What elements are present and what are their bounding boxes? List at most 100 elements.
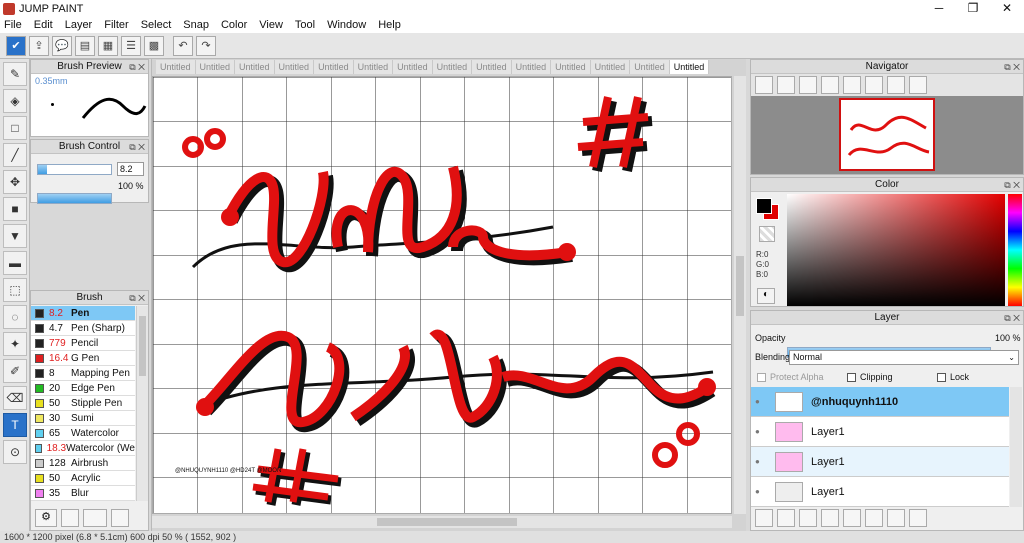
brush-item[interactable]: 30 Sumi bbox=[31, 411, 135, 426]
brush-item[interactable]: 20 Edge Pen bbox=[31, 381, 135, 396]
text-tool-icon[interactable]: T bbox=[3, 413, 27, 437]
panel-float-close-icon[interactable]: ⧉ ✕ bbox=[129, 140, 145, 154]
transparent-swatch[interactable] bbox=[759, 226, 775, 242]
document-tab[interactable]: Untitled bbox=[353, 60, 394, 74]
panel-float-close-icon[interactable]: ⧉ ✕ bbox=[129, 291, 145, 305]
zoom-icon[interactable] bbox=[755, 76, 773, 94]
document-tab[interactable]: Untitled bbox=[511, 60, 552, 74]
check-icon[interactable]: ✔ bbox=[6, 35, 26, 56]
export-icon[interactable]: ⇪ bbox=[29, 35, 49, 56]
menu-select[interactable]: Select bbox=[141, 19, 172, 31]
brush-item[interactable]: 50 Acrylic bbox=[31, 471, 135, 486]
layer-row[interactable]: ● Layer1 bbox=[751, 477, 1009, 507]
visibility-icon[interactable]: ● bbox=[755, 397, 769, 406]
new-vector-layer-icon[interactable] bbox=[777, 509, 795, 527]
menu-help[interactable]: Help bbox=[378, 19, 401, 31]
layer-row[interactable]: ● Layer1 bbox=[751, 417, 1009, 447]
gradient-tool-icon[interactable]: ▬ bbox=[3, 251, 27, 275]
brush-item[interactable]: 8 Mapping Pen bbox=[31, 366, 135, 381]
document-icon[interactable]: ▦ bbox=[98, 35, 118, 56]
brush-menu-icon[interactable] bbox=[83, 509, 107, 527]
rectangle-tool-icon[interactable]: □ bbox=[3, 116, 27, 140]
comment-icon[interactable]: ▤ bbox=[75, 35, 95, 56]
document-tab[interactable]: Untitled bbox=[551, 60, 591, 74]
brush-item[interactable]: 35 Blur bbox=[31, 486, 135, 501]
brush-item[interactable]: 18.3 Watercolor (We bbox=[31, 441, 135, 456]
blending-select[interactable]: Normal ⌄ bbox=[789, 350, 1019, 365]
document-tab[interactable]: Untitled bbox=[669, 60, 710, 74]
menu-filter[interactable]: Filter bbox=[104, 19, 128, 31]
scrollbar-thumb[interactable] bbox=[377, 518, 517, 526]
menu-edit[interactable]: Edit bbox=[34, 19, 53, 31]
document-tab[interactable]: Untitled bbox=[630, 60, 670, 74]
brush-size-slider[interactable] bbox=[37, 164, 112, 175]
magic-wand-tool-icon[interactable]: ✦ bbox=[3, 332, 27, 356]
new-screentone-layer-icon[interactable] bbox=[821, 509, 839, 527]
select-eraser-tool-icon[interactable]: ⌫ bbox=[3, 386, 27, 410]
scrollbar-thumb[interactable] bbox=[736, 256, 744, 316]
visibility-icon[interactable]: ● bbox=[755, 487, 769, 496]
hue-slider[interactable] bbox=[1008, 194, 1022, 306]
menu-layer[interactable]: Layer bbox=[65, 19, 93, 31]
canvas-horizontal-scrollbar[interactable] bbox=[152, 516, 732, 528]
brush-item[interactable]: 4.7 Pen (Sharp) bbox=[31, 321, 135, 336]
document-tab[interactable]: Untitled bbox=[195, 60, 236, 74]
document-tab[interactable]: Untitled bbox=[274, 60, 315, 74]
select-pen-tool-icon[interactable]: ✐ bbox=[3, 359, 27, 383]
zoom-in-icon[interactable] bbox=[777, 76, 795, 94]
menu-window[interactable]: Window bbox=[327, 19, 366, 31]
speech-bubble-icon[interactable]: 💬 bbox=[52, 35, 72, 56]
clipping-checkbox[interactable]: Clipping bbox=[847, 372, 893, 382]
layer-list-scrollbar[interactable] bbox=[1010, 387, 1022, 507]
color-palette-icon[interactable]: ◐ bbox=[757, 288, 775, 304]
fill-rect-tool-icon[interactable]: ■ bbox=[3, 197, 27, 221]
menu-snap[interactable]: Snap bbox=[183, 19, 209, 31]
protect-alpha-checkbox[interactable]: Protect Alpha bbox=[757, 372, 824, 382]
navigator-thumbnail[interactable] bbox=[839, 98, 935, 171]
merge-layer-icon[interactable] bbox=[887, 509, 905, 527]
undo-icon[interactable]: ↶ bbox=[173, 35, 193, 56]
scrollbar-thumb[interactable] bbox=[139, 316, 146, 376]
document-tab[interactable]: Untitled bbox=[432, 60, 473, 74]
foreground-color-swatch[interactable] bbox=[756, 198, 772, 214]
brush-item[interactable]: 128 Airbrush bbox=[31, 456, 135, 471]
brush-item[interactable]: 16.4 G Pen bbox=[31, 351, 135, 366]
duplicate-layer-icon[interactable] bbox=[865, 509, 883, 527]
brush-item[interactable]: 65 Watercolor bbox=[31, 426, 135, 441]
rotate-right-icon[interactable] bbox=[887, 76, 905, 94]
minimize-button[interactable]: ─ bbox=[922, 0, 956, 17]
brush-item[interactable]: 8.2 Pen bbox=[31, 306, 135, 321]
brush-opacity-slider[interactable] bbox=[37, 193, 112, 204]
eraser-tool-icon[interactable]: ◈ bbox=[3, 89, 27, 113]
eyedropper-tool-icon[interactable]: ⊙ bbox=[3, 440, 27, 464]
brush-size-input[interactable]: 8.2 bbox=[117, 162, 144, 176]
menu-view[interactable]: View bbox=[259, 19, 283, 31]
grid-settings-icon[interactable]: ▩ bbox=[144, 35, 164, 56]
brush-properties-icon[interactable] bbox=[111, 509, 129, 527]
document-tab[interactable]: Untitled bbox=[314, 60, 354, 74]
visibility-icon[interactable]: ● bbox=[755, 427, 769, 436]
layer-row[interactable]: ● Layer1 bbox=[751, 447, 1009, 477]
maximize-button[interactable]: ❐ bbox=[956, 0, 990, 17]
new-layer-icon[interactable] bbox=[755, 509, 773, 527]
delete-layer-icon[interactable] bbox=[909, 509, 927, 527]
new-halftone-layer-icon[interactable] bbox=[799, 509, 817, 527]
close-button[interactable]: ✕ bbox=[990, 0, 1024, 17]
visibility-icon[interactable]: ● bbox=[755, 457, 769, 466]
panel-float-close-icon[interactable]: ⧉ ✕ bbox=[1004, 311, 1020, 325]
document-tab[interactable]: Untitled bbox=[590, 60, 631, 74]
list-icon[interactable]: ☰ bbox=[121, 35, 141, 56]
color-picker-square[interactable] bbox=[787, 194, 1005, 306]
lock-checkbox[interactable]: Lock bbox=[937, 372, 969, 382]
document-tab[interactable]: Untitled bbox=[235, 60, 275, 74]
panel-float-close-icon[interactable]: ⧉ ✕ bbox=[1004, 178, 1020, 192]
move-tool-icon[interactable]: ✥ bbox=[3, 170, 27, 194]
document-tab[interactable]: Untitled bbox=[393, 60, 433, 74]
layer-row[interactable]: ● @nhuquynh1110 bbox=[751, 387, 1009, 417]
panel-float-close-icon[interactable]: ⧉ ✕ bbox=[1004, 60, 1020, 74]
panel-float-close-icon[interactable]: ⧉ ✕ bbox=[129, 60, 145, 74]
bucket-tool-icon[interactable]: ▼ bbox=[3, 224, 27, 248]
zoom-out-icon[interactable] bbox=[821, 76, 839, 94]
flip-icon[interactable] bbox=[909, 76, 927, 94]
fit-icon[interactable] bbox=[799, 76, 817, 94]
